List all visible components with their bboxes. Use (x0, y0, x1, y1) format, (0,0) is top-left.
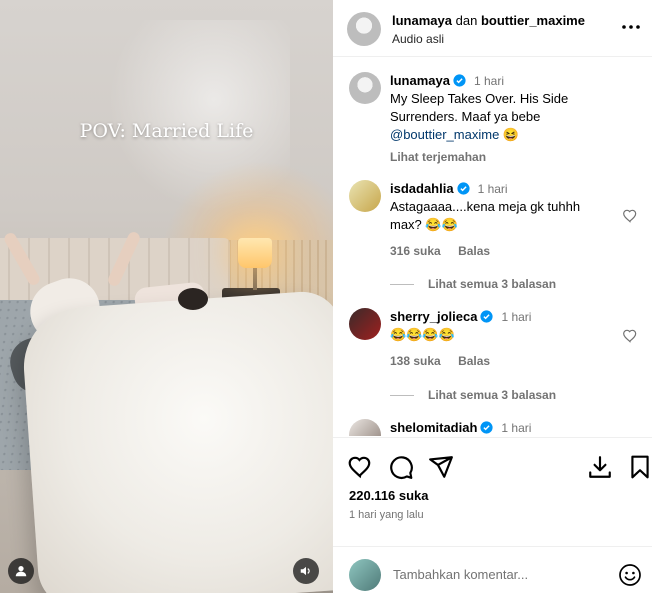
comment-avatar[interactable] (349, 308, 381, 340)
post-media[interactable]: POV: Married Life (0, 0, 333, 593)
add-comment-row (333, 546, 652, 593)
view-replies-button[interactable]: Lihat semua 3 balasan (390, 388, 556, 402)
lamp-stem (253, 268, 257, 290)
comment-text: Astagaaaa....kena meja gk tuhhh max? 😂😂 (390, 199, 581, 232)
comment-icon[interactable] (388, 454, 414, 480)
comment-username[interactable]: shelomitadiah (390, 420, 477, 435)
post-date[interactable]: 1 hari yang lalu (349, 509, 424, 521)
comment-avatar[interactable] (349, 180, 381, 212)
duvet (19, 289, 333, 593)
view-replies-label: Lihat semua 3 balasan (428, 388, 557, 402)
view-replies-label: Lihat semua 3 balasan (428, 277, 557, 291)
author-avatar[interactable] (347, 12, 381, 46)
download-icon[interactable] (587, 454, 613, 480)
author-connector: dan (455, 13, 478, 28)
audio-label[interactable]: Audio asli (392, 32, 444, 46)
viewer-avatar[interactable] (349, 559, 381, 591)
replies-divider (390, 394, 414, 396)
comment-time[interactable]: 1 hari (501, 310, 531, 324)
video-overlay-text: POV: Married Life (79, 120, 254, 142)
reply-button[interactable]: Balas (458, 244, 490, 258)
comment-text: 😂😂😂😂 (390, 327, 455, 342)
coauthor-username[interactable]: bouttier_maxime (481, 13, 585, 28)
caption-avatar[interactable] (349, 72, 381, 104)
bookmark-icon[interactable] (627, 454, 652, 480)
more-options-button[interactable] (620, 16, 642, 38)
add-comment-input[interactable] (393, 559, 603, 589)
comment-likes[interactable]: 316 suka (390, 244, 441, 258)
share-icon[interactable] (428, 454, 454, 480)
comment-time[interactable]: 1 hari (501, 421, 531, 435)
verified-badge-icon (456, 182, 470, 195)
caption-line-2: Surrenders. Maaf ya bebe (390, 109, 541, 124)
verified-badge-icon (480, 310, 494, 323)
author-username[interactable]: lunamaya (392, 13, 452, 28)
verified-badge-icon (480, 421, 494, 434)
comment-likes[interactable]: 138 suka (390, 354, 441, 368)
comments-list[interactable]: lunamaya 1 hari My Sleep Takes Over. His … (333, 58, 652, 436)
lampshade (238, 238, 272, 268)
person-icon (15, 566, 27, 577)
like-comment-heart-icon[interactable] (622, 328, 638, 344)
speaker-icon (300, 566, 310, 576)
comment-username[interactable]: isdadahlia (390, 181, 454, 196)
comment-time[interactable]: 1 hari (478, 182, 508, 196)
reply-button[interactable]: Balas (458, 354, 490, 368)
more-horizontal-icon (622, 25, 640, 29)
see-translation-link[interactable]: Lihat terjemahan (390, 150, 486, 164)
caption-time[interactable]: 1 hari (474, 74, 504, 88)
caption-username[interactable]: lunamaya (390, 73, 450, 88)
audio-toggle-button[interactable] (293, 558, 319, 584)
post-header: lunamaya dan bouttier_maxime Audio asli (333, 0, 652, 57)
post-actions: 220.116 suka 1 hari yang lalu (333, 437, 652, 593)
caption-mention[interactable]: @bouttier_maxime (390, 127, 499, 142)
smiley-icon[interactable] (618, 563, 642, 587)
caption-line-1: My Sleep Takes Over. His Side (390, 91, 569, 106)
author-names: lunamaya dan bouttier_maxime (392, 13, 585, 28)
caption-emoji: 😆 (502, 127, 520, 142)
verified-badge-icon (453, 74, 466, 87)
user-tags-button[interactable] (8, 558, 34, 584)
post-like-count[interactable]: 220.116 suka (349, 488, 429, 503)
comment-username[interactable]: sherry_jolieca (390, 309, 477, 324)
post-sidebar: lunamaya dan bouttier_maxime Audio asli … (333, 0, 652, 593)
comment-avatar[interactable] (349, 419, 381, 436)
man-head (178, 288, 208, 310)
replies-divider (390, 283, 414, 285)
heart-icon[interactable] (347, 454, 373, 480)
like-comment-heart-icon[interactable] (622, 208, 638, 224)
view-replies-button[interactable]: Lihat semua 3 balasan (390, 277, 556, 291)
